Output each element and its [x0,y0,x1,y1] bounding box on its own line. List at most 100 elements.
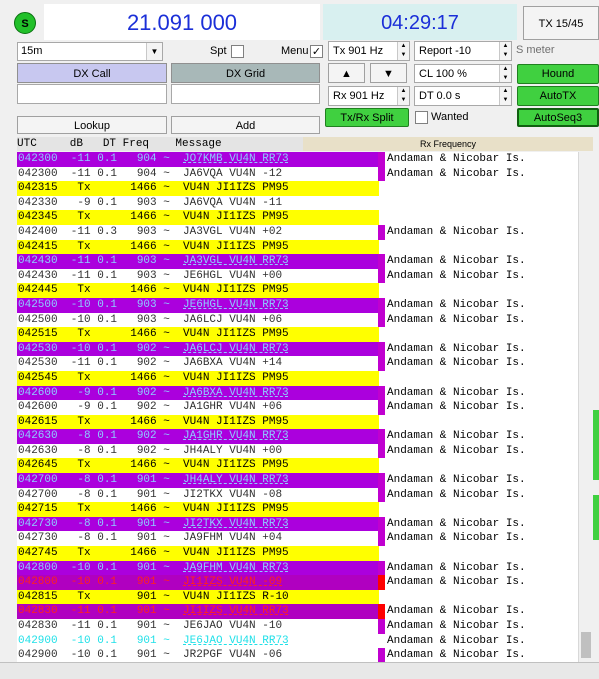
rx-frequency-entry [387,196,587,211]
tx-frequency-spinbox[interactable]: Tx 901 Hz ▲ ▼ [328,41,410,61]
table-row[interactable]: 042700 -8 0.1 901 ~ JI2TKX VU4N -08 Andam… [17,487,593,503]
cl-spinbox[interactable]: CL 100 % ▲ ▼ [414,64,512,83]
table-row[interactable]: 042830 -11 0.1 901 ~ JI1IZS VU4N RR73 And… [17,604,593,619]
table-row[interactable]: 042345 Tx 1466 ~ VU4N JI1IZS PM95 [17,210,593,225]
decode-message: JE6HGL VU4N +00 [183,269,283,282]
rx-marker [378,604,385,619]
rx-frequency-entry [387,371,587,386]
lookup-button[interactable]: Lookup [17,116,167,134]
rx-marker [378,473,385,488]
table-row[interactable]: 042515 Tx 1466 ~ VU4N JI1IZS PM95 [17,327,593,342]
table-row[interactable]: 042730 -8 0.1 901 ~ JA9FHM VU4N +04 Andam… [17,531,593,547]
side-indicator-green-2 [593,495,599,540]
spin-arrows-icon[interactable]: ▲ ▼ [397,87,409,105]
table-row[interactable]: 042500 -10 0.1 903 ~ JE6HGL VU4N RR73 And… [17,297,593,313]
table-row[interactable]: 042430 -11 0.1 903 ~ JA3VGL VU4N RR73 And… [17,254,593,269]
decode-text: 042530 -11 0.1 902 ~ JA6BXA VU4N +14 [17,356,379,371]
decode-list[interactable]: 042300 -11 0.1 904 ~ JO7KMB VU4N RR73 And… [17,152,593,662]
dx-grid-input[interactable] [171,84,320,104]
spt-checkbox[interactable] [231,45,244,58]
up-arrow-button[interactable]: ▲ [328,63,365,83]
table-row[interactable]: 042315 Tx 1466 ~ VU4N JI1IZS PM95 [17,181,593,196]
down-arrow-button[interactable]: ▼ [370,63,407,83]
table-row[interactable]: 042700 -8 0.1 901 ~ JH4ALY VU4N RR73 Anda… [17,473,593,488]
table-row[interactable]: 042300 -11 0.1 904 ~ JA6VQA VU4N -12 Anda… [17,166,593,182]
decode-list-scrollbar[interactable] [578,152,593,662]
decode-message: JA3VGL VU4N RR73 [183,255,289,268]
autotx-button[interactable]: AutoTX [517,86,599,106]
table-row[interactable]: 042745 Tx 1466 ~ VU4N JI1IZS PM95 [17,546,593,561]
spin-arrows-icon[interactable]: ▲ ▼ [499,87,511,105]
tx-period-button[interactable]: TX 15/45 [523,6,599,40]
band-select[interactable]: 15m ▼ [17,42,163,61]
table-row[interactable]: 042330 -9 0.1 903 ~ JA6VQA VU4N -11 [17,195,593,211]
rx-frequency-entry: Andaman & Nicobar Is. [387,342,526,355]
rx-frequency-entry [387,502,587,517]
rx-marker [378,210,385,225]
rx-frequency-entry: Andaman & Nicobar Is. [387,225,526,238]
table-row[interactable]: 042800 -10 0.1 901 ~ JA9FHM VU4N RR73 And… [17,560,593,576]
bottom-status-bar [0,662,599,679]
table-row[interactable]: 042545 Tx 1466 ~ VU4N JI1IZS PM95 [17,370,593,386]
decode-message: VU4N JI1IZS PM95 [183,503,289,516]
table-row[interactable]: 042645 Tx 1466 ~ VU4N JI1IZS PM95 [17,458,593,474]
menu-checkbox[interactable]: ✓ [310,45,323,58]
spin-arrows-icon[interactable]: ▲ ▼ [499,65,511,82]
decode-message: JA1GHR VU4N RR73 [183,430,289,443]
rx-marker [378,356,385,371]
table-row[interactable]: 042630 -8 0.1 902 ~ JA1GHR VU4N RR73 Anda… [17,429,593,444]
spin-arrows-icon[interactable]: ▲ ▼ [397,42,409,60]
table-row[interactable]: 042900 -10 0.1 901 ~ JR2PGF VU4N -06 Anda… [17,648,593,662]
scrollbar-thumb[interactable] [581,632,591,658]
hound-button[interactable]: Hound [517,64,599,84]
decode-message: JE6HGL VU4N RR73 [183,298,289,311]
decode-fields: 042345 Tx 1466 ~ [18,211,184,224]
decode-message: JA6LCJ VU4N RR73 [183,342,289,355]
decode-text: 042730 -8 0.1 901 ~ JI2TKX VU4N RR73 [17,516,379,532]
dx-call-input[interactable] [17,84,167,104]
rx-frequency-entry: Andaman & Nicobar Is. [387,444,526,457]
decode-text: 042445 Tx 1466 ~ VU4N JI1IZS PM95 [17,283,379,298]
table-row[interactable]: 042615 Tx 1466 ~ VU4N JI1IZS PM95 [17,414,593,430]
dial-frequency-display: 21.091 000 [44,4,320,40]
rx-frequency-entry: Andaman & Nicobar Is. [387,401,526,414]
table-row[interactable]: 042630 -8 0.1 902 ~ JH4ALY VU4N +00 Andam… [17,443,593,459]
wanted-checkbox[interactable] [415,111,428,124]
table-row[interactable]: 042430 -11 0.1 903 ~ JE6HGL VU4N +00 Anda… [17,268,593,284]
tx-rx-split-button[interactable]: Tx/Rx Split [325,108,409,127]
table-row[interactable]: 042900 -10 0.1 901 ~ JE6JAO VU4N RR73 And… [17,633,593,649]
rx-marker [378,254,385,269]
table-row[interactable]: 042530 -10 0.1 902 ~ JA6LCJ VU4N RR73 And… [17,341,593,357]
dt-spinbox[interactable]: DT 0.0 s ▲ ▼ [414,86,512,106]
table-row[interactable]: 042500 -10 0.1 903 ~ JA6LCJ VU4N +06 Anda… [17,312,593,328]
decode-text: 042600 -9 0.1 902 ~ JA1GHR VU4N +06 [17,400,379,415]
table-row[interactable]: 042830 -11 0.1 901 ~ JE6JAO VU4N -10 Anda… [17,619,593,634]
table-row[interactable]: 042600 -9 0.1 902 ~ JA6BXA VU4N RR73 Anda… [17,385,593,401]
decode-text: 042800 -10 0.1 901 ~ JA9FHM VU4N RR73 [17,560,379,576]
rx-frequency-spinbox[interactable]: Rx 901 Hz ▲ ▼ [328,86,410,106]
rx-marker [378,531,385,547]
decode-text: 042815 Tx 901 ~ VU4N JI1IZS R-10 [17,589,379,605]
table-row[interactable]: 042445 Tx 1466 ~ VU4N JI1IZS PM95 [17,283,593,298]
spin-arrows-icon[interactable]: ▲ ▼ [499,42,511,60]
table-row[interactable]: 042815 Tx 901 ~ VU4N JI1IZS R-10 [17,589,593,605]
report-spinbox[interactable]: Report -10 ▲ ▼ [414,41,512,61]
cl-value: CL 100 % [419,68,467,80]
side-indicator-green [593,410,599,480]
table-row[interactable]: 042415 Tx 1466 ~ VU4N JI1IZS PM95 [17,239,593,255]
autoseq3-button[interactable]: AutoSeq3 [517,108,599,127]
decode-message: VU4N JI1IZS PM95 [183,371,289,384]
table-row[interactable]: 042530 -11 0.1 902 ~ JA6BXA VU4N +14 Anda… [17,356,593,371]
table-row[interactable]: 042300 -11 0.1 904 ~ JO7KMB VU4N RR73 And… [17,152,593,167]
decode-message: JH4ALY VU4N +00 [183,444,283,457]
decode-message: JA9FHM VU4N RR73 [183,561,289,574]
table-row[interactable]: 042715 Tx 1466 ~ VU4N JI1IZS PM95 [17,502,593,517]
table-row[interactable]: 042800 -10 0.1 901 ~ JI1IZS VU4N -09 Anda… [17,575,593,590]
table-row[interactable]: 042730 -8 0.1 901 ~ JI2TKX VU4N RR73 Anda… [17,516,593,532]
add-button[interactable]: Add [171,116,320,134]
table-row[interactable]: 042400 -11 0.3 903 ~ JA3VGL VU4N +02 Anda… [17,224,593,240]
table-row[interactable]: 042600 -9 0.1 902 ~ JA1GHR VU4N +06 Andam… [17,400,593,415]
rx-marker [378,371,385,386]
rx-frequency-entry [387,181,587,196]
decode-fields: 042530 -10 0.1 902 ~ [18,342,184,355]
